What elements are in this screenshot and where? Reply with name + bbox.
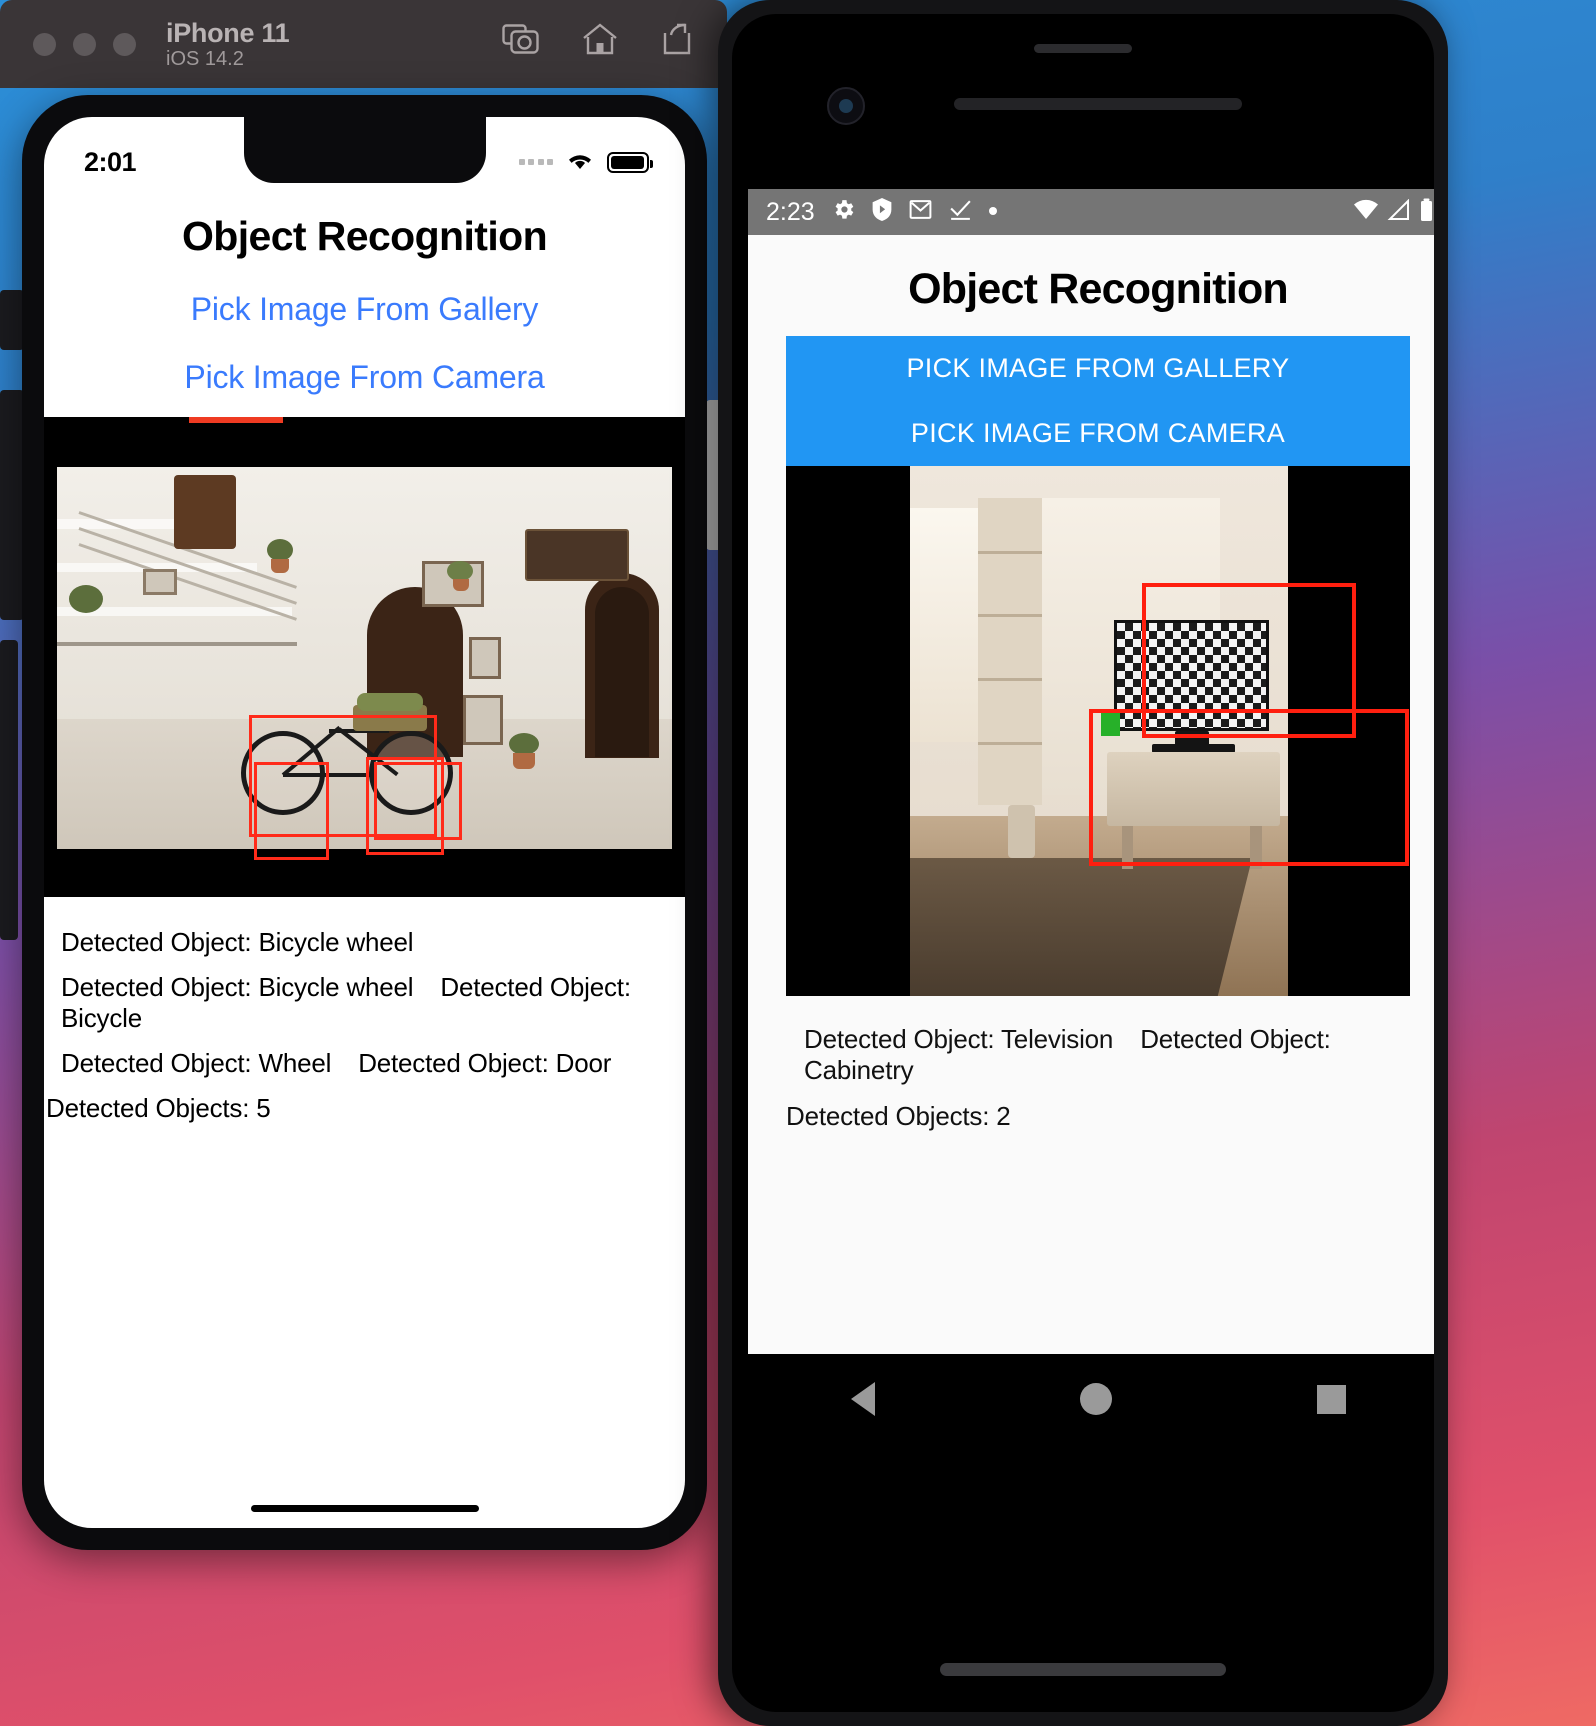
android-bezel: 2:23 Object Recognition PICK IMAGE FROM …	[732, 14, 1434, 1712]
android-status-notification-icons	[831, 197, 998, 227]
detection-row-group: Detected Object: Wheel Detected Object: D…	[44, 1048, 685, 1079]
window-traffic-lights[interactable]	[33, 32, 136, 56]
bounding-box-partial	[189, 417, 283, 423]
home-icon[interactable]	[1079, 1383, 1112, 1415]
ios-home-indicator[interactable]	[250, 1505, 479, 1512]
detection-item: Detected Object: Bicycle wheel	[61, 927, 414, 957]
detection-image-container	[44, 417, 685, 897]
download-complete-icon	[948, 197, 973, 227]
signal-dots-icon	[518, 159, 553, 165]
shield-icon	[871, 197, 893, 227]
gear-icon	[831, 197, 856, 227]
cellular-signal-icon	[1387, 198, 1411, 226]
bounding-box-bicycle-wheel-left	[254, 762, 329, 860]
android-status-time: 2:23	[766, 197, 815, 226]
device-bottom-speaker	[940, 1663, 1226, 1676]
iphone-notch	[243, 117, 486, 183]
back-icon[interactable]	[850, 1382, 875, 1416]
detection-image-container	[786, 466, 1410, 996]
pick-image-button-group: PICK IMAGE FROM GALLERY PICK IMAGE FROM …	[786, 336, 1410, 466]
android-device-frame: 2:23 Object Recognition PICK IMAGE FROM …	[718, 0, 1448, 1726]
detection-item: Detected Object: Wheel	[61, 1048, 332, 1078]
wifi-icon	[564, 148, 596, 177]
simulator-titlebar: iPhone 11 iOS 14.2	[0, 0, 727, 88]
android-navigation-bar	[748, 1354, 1434, 1444]
device-os-version: iOS 14.2	[166, 47, 244, 70]
gmail-icon	[908, 197, 933, 227]
ios-status-right-group	[518, 148, 653, 177]
dot-icon	[988, 203, 998, 221]
pick-image-from-camera-button[interactable]: PICK IMAGE FROM CAMERA	[786, 401, 1410, 466]
earpiece-icon	[954, 98, 1242, 110]
detection-results-list: Detected Object: Television Detected Obje…	[786, 1024, 1410, 1132]
ios-simulator-window: iPhone 11 iOS 14.2 2:01 Object Recogniti…	[0, 0, 727, 1591]
android-status-bar: 2:23	[748, 189, 1434, 235]
detection-item: Detected Object: Bicycle wheel	[61, 972, 414, 1002]
home-icon[interactable]	[582, 22, 618, 56]
pick-image-from-gallery-button[interactable]: Pick Image From Gallery	[44, 291, 685, 328]
screenshot-stage: iPhone 11 iOS 14.2 2:01 Object Recogniti…	[0, 0, 1596, 1726]
wifi-icon	[1353, 199, 1379, 226]
close-button[interactable]	[33, 32, 56, 56]
screenshot-camera-icon[interactable]	[502, 22, 540, 56]
bounding-box-wheel	[374, 762, 462, 840]
pick-image-from-gallery-button[interactable]: PICK IMAGE FROM GALLERY	[786, 336, 1410, 401]
detected-objects-count: Detected Objects: 2	[786, 1101, 1011, 1131]
detection-item: Detected Object: Door	[358, 1048, 612, 1078]
pick-image-from-camera-button[interactable]: Pick Image From Camera	[44, 359, 685, 396]
minimize-button[interactable]	[73, 32, 96, 56]
iphone-screen: 2:01 Object Recognition Pick Image From …	[44, 117, 685, 1528]
share-rotate-icon[interactable]	[660, 22, 694, 56]
zoom-button[interactable]	[113, 32, 136, 56]
battery-icon	[607, 151, 653, 173]
front-camera-icon	[827, 87, 865, 125]
iphone-device-frame: 2:01 Object Recognition Pick Image From …	[22, 95, 707, 1550]
detection-row-group: Detected Object: Bicycle wheel Detected O…	[44, 972, 685, 1034]
android-status-system-icons	[1353, 198, 1434, 227]
device-name: iPhone 11	[166, 17, 290, 48]
recents-icon[interactable]	[1316, 1384, 1346, 1414]
simulator-device-label: iPhone 11 iOS 14.2	[166, 17, 290, 71]
ios-status-time: 2:01	[84, 146, 137, 177]
detection-item: Detected Object: Television	[804, 1024, 1114, 1054]
battery-icon	[1419, 198, 1434, 227]
android-screen: 2:23 Object Recognition PICK IMAGE FROM …	[748, 189, 1434, 1354]
page-title: Object Recognition	[181, 213, 548, 259]
bounding-box-cabinetry	[1089, 709, 1409, 866]
speaker-grill	[1034, 44, 1132, 53]
page-title: Object Recognition	[908, 265, 1289, 313]
detection-results-list: Detected Object: Bicycle wheel Detected …	[44, 927, 685, 1124]
detection-row-group: Detected Object: Television Detected Obje…	[786, 1024, 1410, 1086]
detected-objects-count: Detected Objects: 5	[46, 1093, 271, 1123]
simulator-toolbar-icons	[502, 22, 694, 56]
